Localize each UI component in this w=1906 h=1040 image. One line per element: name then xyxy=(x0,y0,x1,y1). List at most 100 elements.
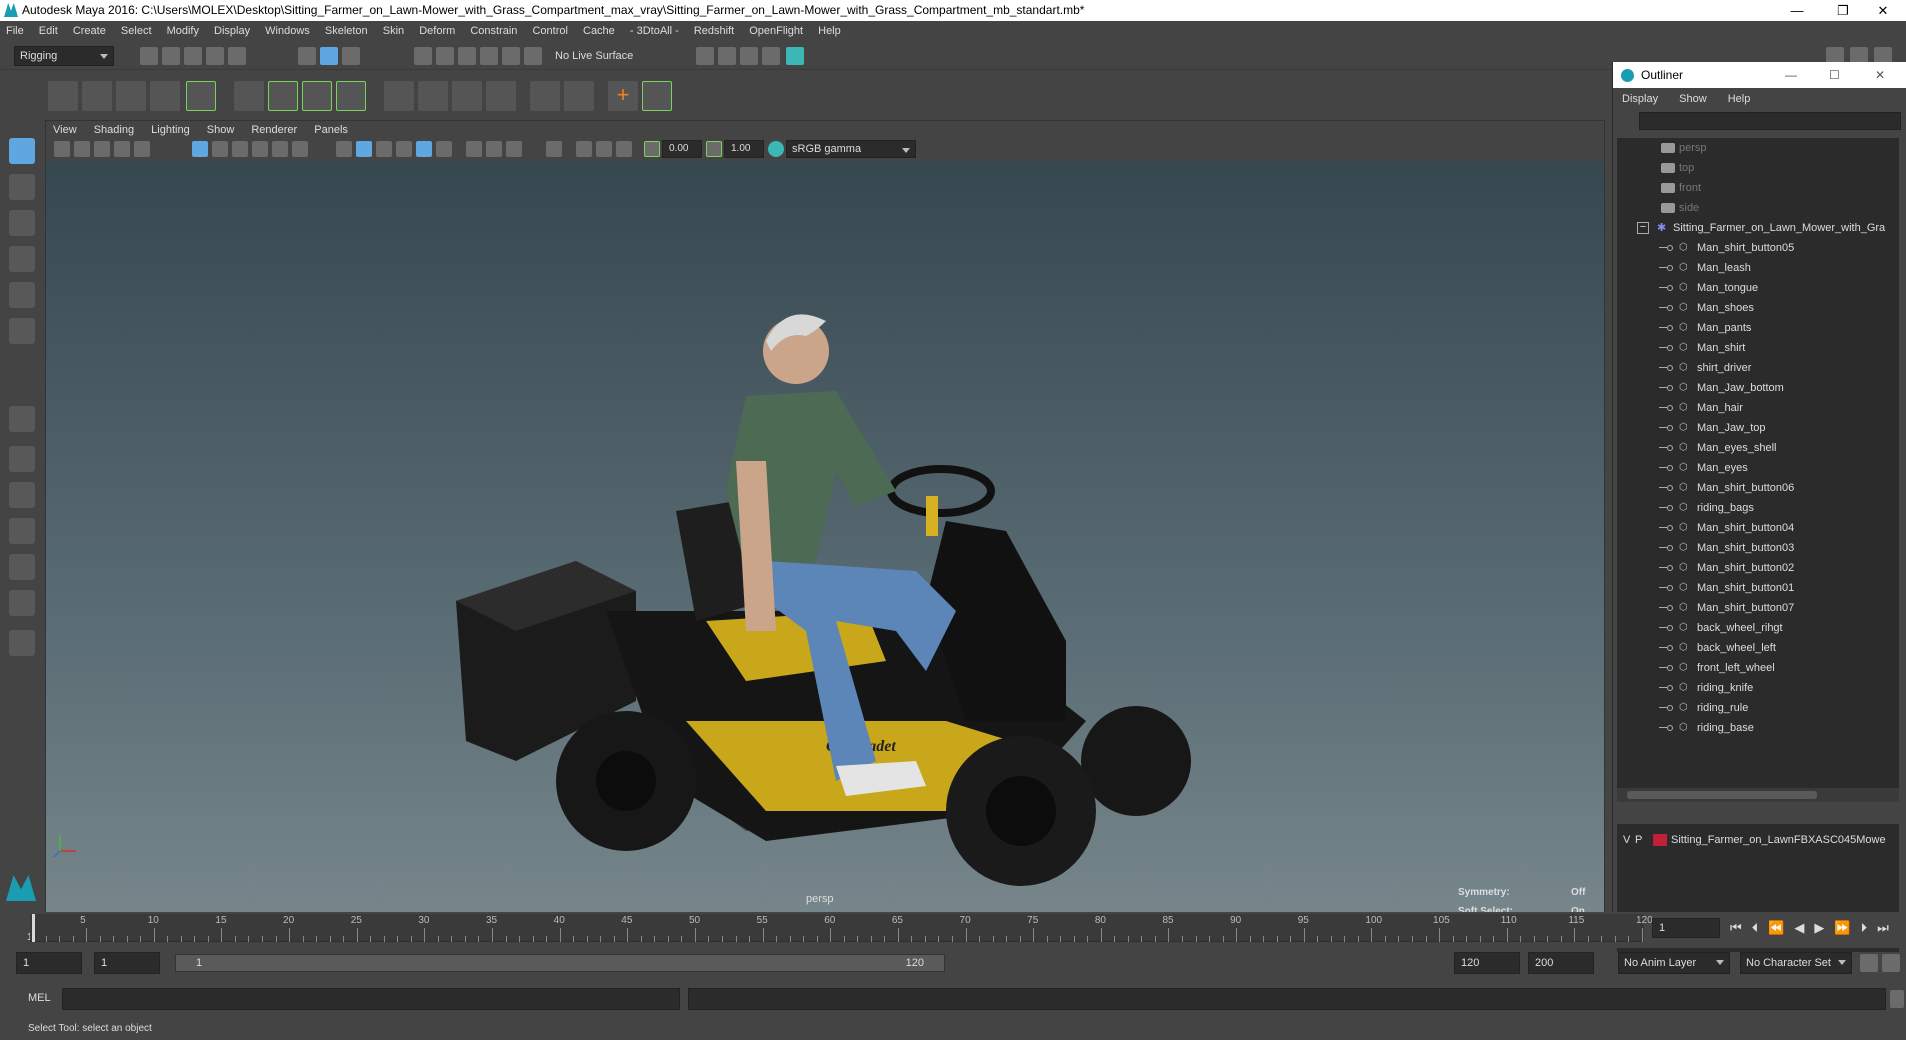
vp-menu-view[interactable]: View xyxy=(46,121,84,139)
command-input[interactable] xyxy=(62,988,680,1010)
wireframe-icon[interactable] xyxy=(336,141,352,157)
rotate-tool-icon[interactable] xyxy=(9,282,35,308)
maya-home-icon[interactable] xyxy=(6,875,36,901)
outliner-item[interactable]: ⬡ front_left_wheel xyxy=(1617,658,1899,678)
menu-file[interactable]: File xyxy=(0,21,30,42)
tree-node-icon[interactable] xyxy=(1667,685,1673,691)
two-d-pan-icon[interactable] xyxy=(134,141,150,157)
outliner-menu-display[interactable]: Display xyxy=(1613,88,1667,110)
tree-node-icon[interactable] xyxy=(1667,565,1673,571)
outliner-item[interactable]: ⬡ Man_hair xyxy=(1617,398,1899,418)
new-scene-icon[interactable] xyxy=(140,47,158,65)
time-slider[interactable]: 1 5 10 15 20 25 30 35 40 45 50 55 60 65 70 75 80 85 90 95 1… xyxy=(0,912,1906,948)
tree-node-icon[interactable] xyxy=(1667,265,1673,271)
render-view-icon[interactable] xyxy=(696,47,714,65)
scale-tool-icon[interactable] xyxy=(9,318,35,344)
outliner-item[interactable]: ⬡ Man_Jaw_top xyxy=(1617,418,1899,438)
outliner-item[interactable]: ⬡ Man_eyes xyxy=(1617,458,1899,478)
gamma-icon[interactable] xyxy=(706,141,722,157)
outliner-item[interactable]: ⬡ riding_rule xyxy=(1617,698,1899,718)
outliner-item[interactable]: ⬡ Man_shirt_button03 xyxy=(1617,538,1899,558)
outliner-item[interactable]: ⬡ Man_shirt_button05 xyxy=(1617,238,1899,258)
tree-node-icon[interactable] xyxy=(1667,465,1673,471)
scrollbar-thumb[interactable] xyxy=(1627,791,1817,799)
textured-icon[interactable] xyxy=(396,141,412,157)
tree-node-icon[interactable] xyxy=(1667,405,1673,411)
outliner-item[interactable]: ⬡ Man_shirt xyxy=(1617,338,1899,358)
ambient-occlusion-icon[interactable] xyxy=(466,141,482,157)
outliner-item-side[interactable]: side xyxy=(1617,198,1899,218)
tree-node-icon[interactable] xyxy=(1667,385,1673,391)
tree-node-icon[interactable] xyxy=(1667,725,1673,731)
tree-node-icon[interactable] xyxy=(1667,645,1673,651)
outliner-close-button[interactable]: ✕ xyxy=(1875,62,1885,88)
layer-playback-toggle[interactable]: P xyxy=(1635,830,1642,850)
redo-icon[interactable] xyxy=(228,47,246,65)
outliner-menu-help[interactable]: Help xyxy=(1719,88,1760,110)
outliner-item[interactable]: ⬡ Man_shirt_button06 xyxy=(1617,478,1899,498)
smooth-bind-icon[interactable] xyxy=(268,81,298,111)
menu-select[interactable]: Select xyxy=(115,21,158,42)
ik-handle-icon[interactable] xyxy=(82,81,112,111)
snap-live-icon[interactable] xyxy=(502,47,520,65)
menu-create[interactable]: Create xyxy=(67,21,112,42)
snap-point-icon[interactable] xyxy=(458,47,476,65)
snap-curve-icon[interactable] xyxy=(436,47,454,65)
hypershade-icon[interactable] xyxy=(786,47,804,65)
tree-node-icon[interactable] xyxy=(1667,245,1673,251)
select-objects-icon[interactable] xyxy=(320,47,338,65)
tree-node-icon[interactable] xyxy=(1667,625,1673,631)
outliner-item[interactable]: ⬡ Man_leash xyxy=(1617,258,1899,278)
xray-components-icon[interactable] xyxy=(616,141,632,157)
node-editor-layout-icon[interactable] xyxy=(9,590,35,616)
collapse-toggle-icon[interactable]: − xyxy=(1637,222,1649,234)
outliner-search-input[interactable] xyxy=(1639,112,1901,130)
image-plane-icon[interactable] xyxy=(114,141,130,157)
animation-end-field[interactable]: 200 xyxy=(1528,952,1594,974)
tree-node-icon[interactable] xyxy=(1667,445,1673,451)
range-slider-bar[interactable]: 1 120 xyxy=(175,954,945,972)
orient-constraint-icon[interactable] xyxy=(452,81,482,111)
all-lights-icon[interactable] xyxy=(416,141,432,157)
color-management-icon[interactable] xyxy=(768,141,784,157)
menu-display[interactable]: Display xyxy=(208,21,256,42)
film-gate-icon[interactable] xyxy=(212,141,228,157)
menu-skin[interactable]: Skin xyxy=(377,21,410,42)
outliner-item[interactable]: ⬡ Man_pants xyxy=(1617,318,1899,338)
render-settings-icon[interactable] xyxy=(762,47,780,65)
tree-node-icon[interactable] xyxy=(1667,485,1673,491)
outliner-item[interactable]: ⬡ back_wheel_rihgt xyxy=(1617,618,1899,638)
vp-menu-shading[interactable]: Shading xyxy=(87,121,141,139)
outliner-item[interactable]: ⬡ shirt_driver xyxy=(1617,358,1899,378)
outliner-item[interactable]: ⬡ Man_shirt_button07 xyxy=(1617,598,1899,618)
tree-node-icon[interactable] xyxy=(1667,525,1673,531)
tree-node-icon[interactable] xyxy=(1667,425,1673,431)
vp-menu-lighting[interactable]: Lighting xyxy=(144,121,197,139)
menu-windows[interactable]: Windows xyxy=(259,21,316,42)
outliner-item[interactable]: ⬡ back_wheel_left xyxy=(1617,638,1899,658)
playback-end-field[interactable]: 120 xyxy=(1454,952,1520,974)
anim-layer-dropdown[interactable]: No Anim Layer xyxy=(1618,952,1730,974)
minimize-button[interactable]: — xyxy=(1774,0,1820,21)
playback-start-field[interactable]: 1 xyxy=(94,952,160,974)
outliner-item[interactable]: ⬡ riding_knife xyxy=(1617,678,1899,698)
outliner-item[interactable]: ⬡ riding_base xyxy=(1617,718,1899,738)
layer-color-swatch[interactable] xyxy=(1653,834,1667,846)
menu-deform[interactable]: Deform xyxy=(413,21,461,42)
vp-menu-show[interactable]: Show xyxy=(200,121,242,139)
render-frame-icon[interactable] xyxy=(718,47,736,65)
isolate-select-icon[interactable] xyxy=(546,141,562,157)
tree-node-icon[interactable] xyxy=(1667,345,1673,351)
outliner-menu-show[interactable]: Show xyxy=(1670,88,1716,110)
tree-node-icon[interactable] xyxy=(1667,605,1673,611)
script-editor-icon[interactable] xyxy=(1890,990,1904,1008)
vp-menu-panels[interactable]: Panels xyxy=(307,121,355,139)
mirror-joint-icon[interactable] xyxy=(150,81,180,111)
outliner-item-root[interactable]: − ✱ Sitting_Farmer_on_Lawn_Mower_with_Gra xyxy=(1617,218,1899,238)
time-ruler[interactable]: 5 10 15 20 25 30 35 40 45 50 55 60 65 70 75 80 85 90 95 100… xyxy=(30,914,1653,942)
four-view-layout-icon[interactable] xyxy=(9,446,35,472)
point-constraint-icon[interactable] xyxy=(384,81,414,111)
ik-spline-icon[interactable] xyxy=(116,81,146,111)
outliner-item[interactable]: ⬡ Man_shirt_button04 xyxy=(1617,518,1899,538)
outliner-item[interactable]: ⬡ riding_bags xyxy=(1617,498,1899,518)
